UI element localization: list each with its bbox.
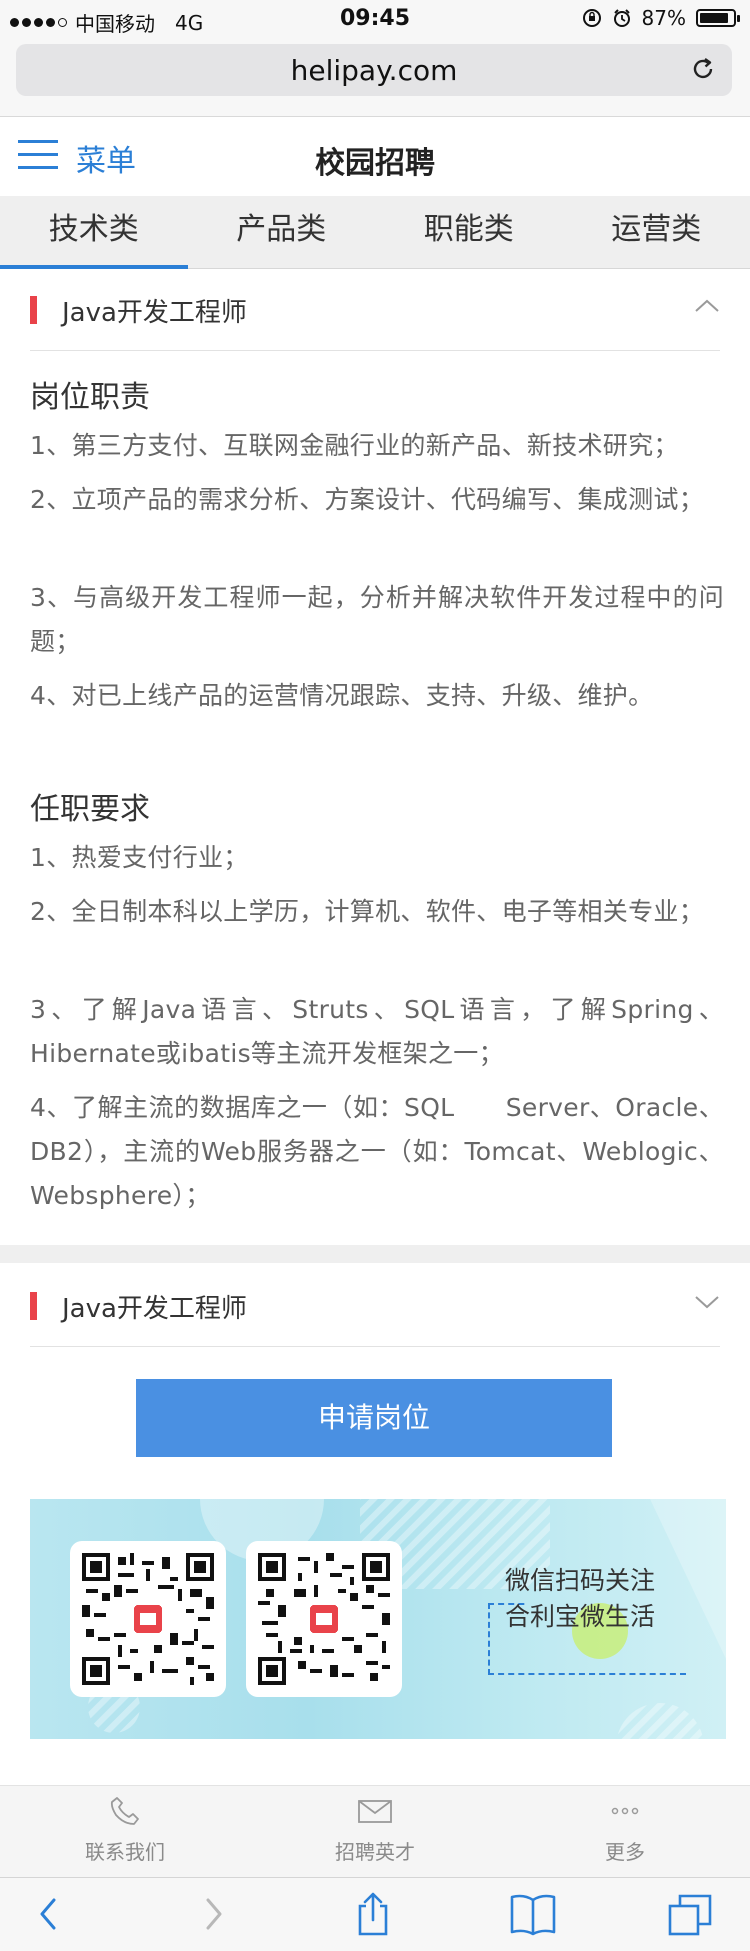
tab-operations[interactable]: 运营类 — [563, 196, 750, 268]
qr-code-icon — [82, 1553, 214, 1685]
section-marker — [30, 1292, 37, 1320]
more-icon — [607, 1794, 643, 1828]
site-header: 菜单 校园招聘 — [0, 118, 750, 196]
apply-button[interactable]: 申请岗位 — [136, 1379, 612, 1457]
site-footer-nav: 联系我们 招聘英才 更多 — [0, 1785, 750, 1878]
nav-label: 招聘英才 — [250, 1836, 500, 1865]
browser-address-area: helipay.com — [0, 38, 750, 117]
bookmarks-icon[interactable] — [508, 1892, 558, 1936]
nav-careers[interactable]: 招聘英才 — [250, 1794, 500, 1865]
url-text[interactable]: helipay.com — [16, 54, 732, 87]
chevron-down-icon[interactable] — [694, 1294, 720, 1310]
requirement-item: 2、全日制本科以上学历，计算机、软件、电子等相关专业； — [30, 890, 724, 934]
wechat-qr-banner: 微信扫码关注 合利宝微生活 — [30, 1499, 726, 1739]
alarm-icon — [612, 8, 632, 28]
nav-label: 更多 — [500, 1836, 750, 1865]
back-icon[interactable] — [24, 1892, 74, 1936]
banner-text: 微信扫码关注 合利宝微生活 — [500, 1563, 660, 1635]
duty-item: 1、第三方支付、互联网金融行业的新产品、新技术研究； — [30, 424, 724, 468]
status-right: 87% — [582, 6, 736, 30]
battery-icon — [696, 9, 736, 27]
qr-code-icon — [258, 1553, 390, 1685]
page-title: 校园招聘 — [0, 138, 750, 182]
job-title[interactable]: Java开发工程师 — [62, 292, 247, 329]
status-bar: 中国移动 4G 09:45 87% — [0, 0, 750, 38]
banner-line: 合利宝微生活 — [500, 1599, 660, 1635]
tab-product[interactable]: 产品类 — [188, 196, 376, 268]
duties-heading: 岗位职责 — [30, 372, 150, 416]
nav-label: 联系我们 — [0, 1836, 250, 1865]
category-tabs: 技术类 产品类 职能类 运营类 — [0, 196, 750, 269]
share-icon[interactable] — [348, 1892, 398, 1936]
qr-code — [70, 1541, 226, 1697]
job-header[interactable]: Java开发工程师 — [30, 272, 720, 351]
address-bar[interactable]: helipay.com — [16, 44, 732, 96]
browser-toolbar — [0, 1877, 750, 1951]
nav-more[interactable]: 更多 — [500, 1794, 750, 1865]
orientation-lock-icon — [582, 8, 602, 28]
requirements-heading: 任职要求 — [30, 784, 150, 828]
tab-function[interactable]: 职能类 — [375, 196, 563, 268]
nav-contact[interactable]: 联系我们 — [0, 1794, 250, 1865]
tab-tech[interactable]: 技术类 — [0, 196, 188, 268]
job-title[interactable]: Java开发工程师 — [62, 1288, 247, 1325]
qr-code — [246, 1541, 402, 1697]
duty-item: 2、立项产品的需求分析、方案设计、代码编写、集成测试； — [30, 478, 724, 522]
phone-icon — [108, 1794, 142, 1828]
section-marker — [30, 296, 37, 324]
tabs-icon[interactable] — [666, 1892, 716, 1936]
mail-icon — [357, 1794, 393, 1828]
reload-icon[interactable] — [690, 56, 716, 82]
section-divider — [0, 1245, 750, 1263]
battery-percent: 87% — [642, 6, 686, 30]
requirement-item: 3、了解Java语言、Struts、SQL语言，了解Spring、Hiberna… — [30, 988, 724, 1076]
duty-item: 3、与高级开发工程师一起，分析并解决软件开发过程中的问题； — [30, 576, 724, 664]
requirement-item: 4、了解主流的数据库之一（如：SQL Server、Oracle、DB2），主流… — [30, 1086, 724, 1218]
duty-item: 4、对已上线产品的运营情况跟踪、支持、升级、维护。 — [30, 674, 724, 718]
banner-line: 微信扫码关注 — [500, 1563, 660, 1599]
forward-icon[interactable] — [188, 1892, 238, 1936]
requirement-item: 1、热爱支付行业； — [30, 836, 724, 880]
job-header[interactable]: Java开发工程师 — [30, 1268, 720, 1347]
chevron-up-icon[interactable] — [694, 298, 720, 314]
battery-fill — [700, 13, 728, 23]
